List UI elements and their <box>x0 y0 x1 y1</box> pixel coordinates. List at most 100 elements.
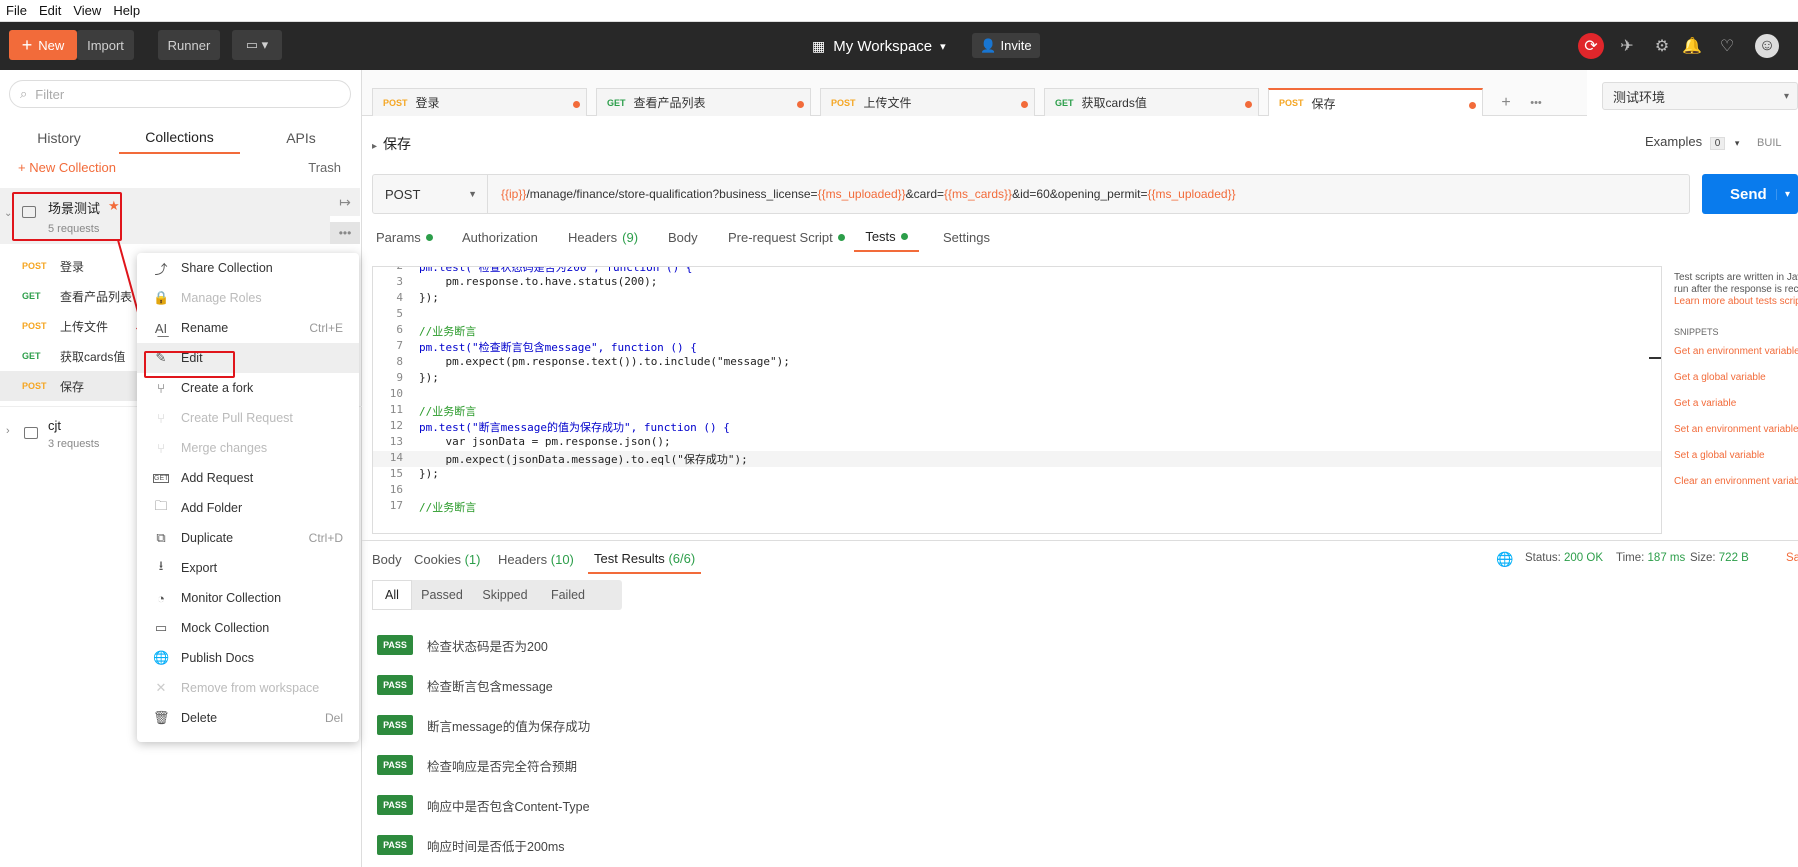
menu-item-share-collection[interactable]: ⤴ Share Collection <box>137 253 359 283</box>
more-tabs-icon[interactable]: ••• <box>1522 90 1550 116</box>
code-line: 13 var jsonData = pm.response.json(); <box>389 435 671 448</box>
new-button[interactable]: + New <box>9 30 77 60</box>
runner-button[interactable]: Runner <box>158 30 220 60</box>
filter-failed[interactable]: Failed <box>540 580 596 610</box>
sidebar-tabs: History Collections APIs <box>0 122 362 154</box>
heart-icon[interactable]: ♡ <box>1715 34 1739 58</box>
filter-passed[interactable]: Passed <box>414 580 470 610</box>
menu-item-create-pull-request: ⑂ Create Pull Request <box>137 403 359 433</box>
send-button[interactable]: Send ▾ <box>1702 174 1798 214</box>
pass-badge: PASS <box>377 795 413 815</box>
tab-pre-request-script[interactable]: Pre-request Script <box>728 222 845 252</box>
menu-item-delete[interactable]: 🗑 Delete Del <box>137 703 359 733</box>
code-line: 6//业务断言 <box>396 323 477 338</box>
tab-params[interactable]: Params <box>376 222 433 252</box>
tab-history[interactable]: History <box>24 122 94 154</box>
response-tabs: Body Cookies (1) Headers (10) Test Resul… <box>362 544 1798 574</box>
breadcrumb[interactable]: ▸ 保存 <box>372 134 411 154</box>
tests-editor[interactable]: 2pm.test("检查状态码是否为200", function () { 3 … <box>372 266 1662 534</box>
import-button[interactable]: Import <box>77 30 134 60</box>
tab-response-headers[interactable]: Headers (10) <box>498 544 574 574</box>
menu-edit[interactable]: Edit <box>33 3 67 18</box>
menu-help[interactable]: Help <box>107 3 146 18</box>
request-tab[interactable]: GET 查看产品列表 <box>596 88 811 116</box>
window-icon: ▭ ▾ <box>245 37 269 52</box>
scrollbar-thumb[interactable] <box>1649 357 1661 359</box>
globe-icon[interactable]: 🌐 <box>1496 551 1513 568</box>
interceptor-icon[interactable]: ✈ <box>1615 34 1639 58</box>
url-input[interactable]: {{ip}}/manage/finance/store-qualificatio… <box>501 175 1236 213</box>
save-response-button[interactable]: Sa <box>1786 552 1798 564</box>
filter-skipped[interactable]: Skipped <box>472 580 538 610</box>
request-tab[interactable]: POST 登录 <box>372 88 587 116</box>
tab-test-results[interactable]: Test Results (6/6) <box>588 544 702 574</box>
snippet-link[interactable]: Get a variable <box>1674 398 1736 409</box>
pass-badge: PASS <box>377 755 413 775</box>
response-time: Time: 187 ms <box>1616 552 1686 564</box>
menu-item-duplicate[interactable]: ⧉ Duplicate Ctrl+D <box>137 523 359 553</box>
tab-response-body[interactable]: Body <box>372 544 402 574</box>
menu-item-export[interactable]: ⭳ Export <box>137 553 359 583</box>
menu-item-add-folder[interactable]: 🗀 Add Folder <box>137 493 359 523</box>
environment-select[interactable]: 测试环境 ▾ <box>1602 82 1798 110</box>
tab-collections[interactable]: Collections <box>119 122 240 154</box>
sync-icon[interactable]: ⟳ <box>1578 33 1604 59</box>
gear-icon[interactable]: ⚙ <box>1650 34 1674 58</box>
snippet-link[interactable]: Set a global variable <box>1674 450 1765 461</box>
tab-body[interactable]: Body <box>668 222 698 252</box>
filter-all[interactable]: All <box>372 580 412 610</box>
divider <box>362 540 1798 541</box>
learn-more-link[interactable]: Learn more about tests script <box>1674 296 1798 307</box>
tab-authorization[interactable]: Authorization <box>462 222 538 252</box>
request-tab[interactable]: POST 上传文件 <box>820 88 1035 116</box>
filter-input[interactable]: ⌕ Filter <box>9 80 351 108</box>
tab-headers[interactable]: Headers (9) <box>568 222 638 252</box>
menu-item-rename[interactable]: A͟I Rename Ctrl+E <box>137 313 359 343</box>
menu-item-monitor-collection[interactable]: ◔ Monitor Collection <box>137 583 359 613</box>
collapse-arrow-icon[interactable]: ↦ <box>330 188 360 216</box>
workspace-switcher[interactable]: ▦ My Workspace ▾ <box>812 22 946 70</box>
request-config-tabs: Params Authorization Headers (9) Body Pre… <box>362 222 1462 252</box>
new-window-button[interactable]: ▭ ▾ <box>232 30 282 60</box>
tab-tests[interactable]: Tests <box>854 222 919 252</box>
code-line: 9}); <box>396 371 439 384</box>
tab-settings[interactable]: Settings <box>943 222 990 252</box>
request-tab[interactable]: GET 获取cards值 <box>1044 88 1259 116</box>
method-select[interactable]: POST ▼ <box>373 175 488 213</box>
test-results-filter: All Passed Skipped Failed <box>372 580 622 610</box>
menu-item-publish-docs[interactable]: 🌐 Publish Docs <box>137 643 359 673</box>
duplicate-icon: ⧉ <box>156 530 166 545</box>
unsaved-dot <box>1469 102 1476 109</box>
more-options-icon[interactable]: ••• <box>330 222 360 244</box>
menu-file[interactable]: File <box>0 3 33 18</box>
trash-link[interactable]: Trash <box>308 160 341 175</box>
invite-button[interactable]: 👤 Invite <box>972 33 1040 58</box>
mock-icon: ▭ <box>154 620 168 635</box>
request-tab-active[interactable]: POST 保存 <box>1268 88 1483 116</box>
globe-icon: 🌐 <box>153 650 170 665</box>
snippet-link[interactable]: Clear an environment variabl <box>1674 476 1798 487</box>
share-icon: ⤴ <box>154 261 168 277</box>
add-tab-icon[interactable]: + <box>1492 90 1520 116</box>
new-collection-button[interactable]: + New Collection <box>18 160 116 175</box>
snippet-link[interactable]: Get a global variable <box>1674 372 1766 383</box>
menu-view[interactable]: View <box>67 3 107 18</box>
menu-item-add-request[interactable]: GET Add Request <box>137 463 359 493</box>
snippet-link[interactable]: Set an environment variable <box>1674 424 1798 435</box>
fork-icon: ⑂ <box>157 380 165 396</box>
snippets-heading: SNIPPETS <box>1674 327 1719 337</box>
menu-item-mock-collection[interactable]: ▭ Mock Collection <box>137 613 359 643</box>
add-folder-icon: 🗀 <box>154 498 168 513</box>
header-bar: + New Import Runner ▭ ▾ ▦ My Workspace ▾… <box>0 22 1798 70</box>
tab-apis[interactable]: APIs <box>270 122 332 154</box>
pass-badge: PASS <box>377 715 413 735</box>
examples-dropdown[interactable]: Examples 0 ▾ BUIL <box>1645 134 1782 150</box>
snippet-link[interactable]: Get an environment variable <box>1674 346 1798 357</box>
collection-name: cjt <box>48 418 61 433</box>
plus-icon: + <box>21 35 33 55</box>
avatar[interactable]: ☺ <box>1755 34 1779 58</box>
bell-icon[interactable]: 🔔 <box>1680 34 1704 58</box>
response-size: Size: 722 B <box>1690 552 1749 564</box>
tab-cookies[interactable]: Cookies (1) <box>414 544 480 574</box>
chevron-down-icon: ▼ <box>468 189 477 199</box>
